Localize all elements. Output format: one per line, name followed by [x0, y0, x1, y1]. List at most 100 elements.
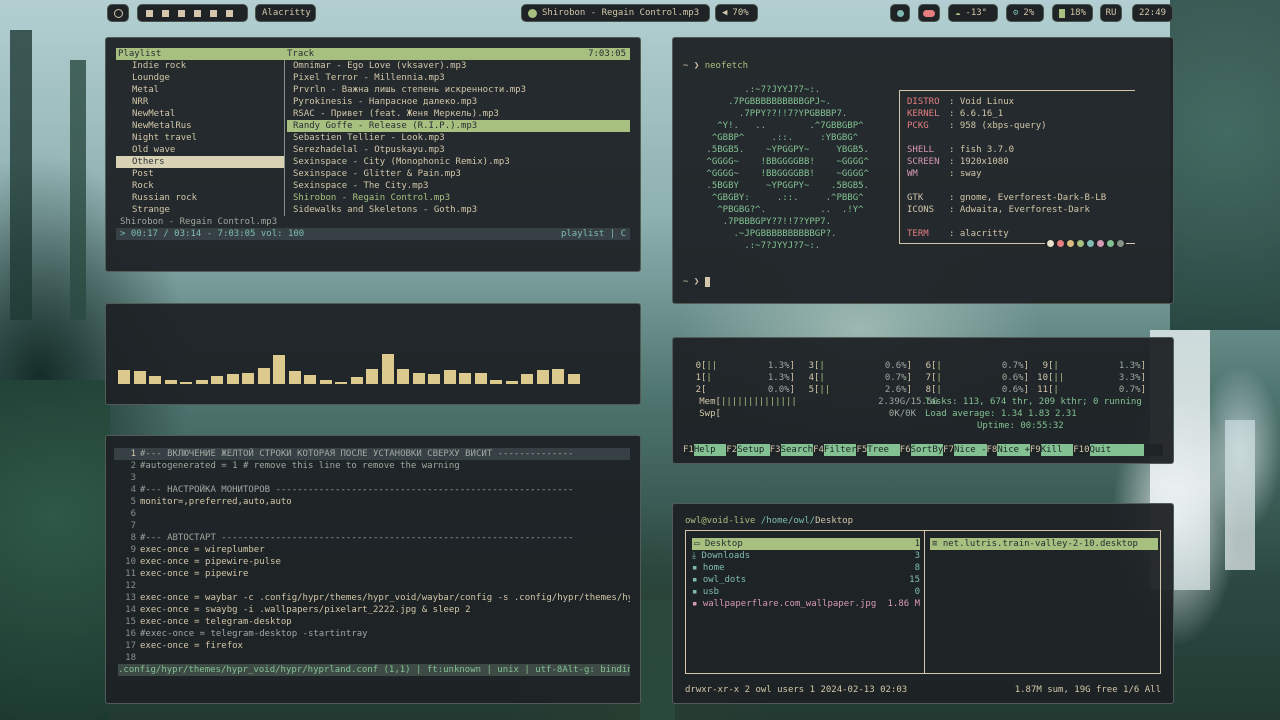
network-module[interactable] — [890, 4, 910, 22]
playlist-item[interactable]: Indie rock — [116, 60, 284, 72]
cpu-module[interactable]: ⚙ 2% — [1006, 4, 1044, 22]
editor-line[interactable]: 15 exec-once = telegram-desktop — [114, 616, 630, 628]
media-module[interactable]: Shirobon - Regain Control.mp3 — [521, 4, 710, 22]
fkey-action[interactable]: Filter — [823, 444, 857, 456]
editor-line[interactable]: 4 #--- НАСТРОЙКА МОНИТОРОВ --------------… — [114, 484, 630, 496]
playlist-item[interactable]: NRR — [116, 96, 284, 108]
playlist-item[interactable]: Night travel — [116, 132, 284, 144]
fkey-action[interactable]: Tree — [867, 444, 900, 456]
fkey-action[interactable]: Setup — [737, 444, 770, 456]
fkey-action[interactable]: Nice + — [997, 444, 1030, 456]
editor-line[interactable]: 11 exec-once = pipewire — [114, 568, 630, 580]
editor-buffer[interactable]: 1 #--- ВКЛЮЧЕНИЕ ЖЕЛТОЙ СТРОКИ КОТОРАЯ ПО… — [114, 448, 630, 664]
editor-line[interactable]: 9 exec-once = wireplumber — [114, 544, 630, 556]
workspace-5-button[interactable] — [210, 9, 217, 17]
playlist-item[interactable]: Russian rock — [116, 192, 284, 204]
track-item[interactable]: Sidewalks and Skeletons - Goth.mp3 — [287, 204, 630, 216]
playlist-item[interactable]: Post — [116, 168, 284, 180]
info-key: GTK — [907, 193, 924, 203]
track-item[interactable]: Sexinspace - Glitter & Pain.mp3 — [287, 168, 630, 180]
playlist-item[interactable]: NewMetalRus — [116, 120, 284, 132]
workspace-4-button[interactable] — [194, 9, 201, 17]
track-item[interactable]: Pyrokinesis - Напрасное далеко.mp3 — [287, 96, 630, 108]
editor-line[interactable]: 3 — [114, 472, 630, 484]
music-player-window[interactable]: Playlist Track 7:03:05 Indie rock Loundge… — [105, 37, 641, 272]
playlist-item[interactable]: Others — [116, 156, 284, 168]
editor-line[interactable]: 12 — [114, 580, 630, 592]
text-editor-window[interactable]: 1 #--- ВКЛЮЧЕНИЕ ЖЕЛТОЙ СТРОКИ КОТОРАЯ ПО… — [105, 435, 641, 704]
playlist-item[interactable]: Strange — [116, 204, 284, 216]
fkey-label: F6 — [899, 445, 911, 455]
file-item[interactable]: ▪ usb 0 — [692, 586, 920, 598]
editor-line[interactable]: 8 #--- АВТОСТАРТ ------------------------… — [114, 532, 630, 544]
htop-window[interactable]: 0[|| 1.3%] 3[| 0.6%] 6[| 0.7%] 9[| 1.3%] 1[| 1.3%… — [672, 337, 1174, 464]
terminal-neofetch-window[interactable]: ~ ❯ neofetch .:~7?JYYJ?7~:. .7PGBBBBBBBB… — [672, 37, 1174, 304]
total-time: 7:03:05 — [588, 49, 626, 59]
playlist-item[interactable]: Loundge — [116, 72, 284, 84]
track-item[interactable]: Randy Goffe - Release (R.I.P.).mp3 — [287, 120, 630, 132]
track-item[interactable]: Sexinspace - City (Monophonic Remix).mp3 — [287, 156, 630, 168]
fkey-action[interactable]: Nice - — [954, 444, 987, 456]
editor-line[interactable]: 17 exec-once = firefox — [114, 640, 630, 652]
editor-line[interactable]: 10 exec-once = pipewire-pulse — [114, 556, 630, 568]
track-item[interactable]: Omnimar - Ego Love (vksaver).mp3 — [287, 60, 630, 72]
fkey-action[interactable]: Quit — [1089, 444, 1144, 456]
workspace-1-button[interactable] — [146, 9, 153, 17]
launcher-button[interactable] — [107, 4, 129, 22]
editor-line[interactable]: 2 #autogenerated = 1 # remove this line t… — [114, 460, 630, 472]
workspace-6-button[interactable] — [226, 9, 233, 17]
editor-line[interactable]: 1 #--- ВКЛЮЧЕНИЕ ЖЕЛТОЙ СТРОКИ КОТОРАЯ ПО… — [114, 448, 630, 460]
shell-prompt: ~ ❯ — [683, 61, 700, 71]
editor-line[interactable]: 18 — [114, 652, 630, 664]
logo-line: .:~7?JYYJ?7~:. — [701, 85, 821, 95]
fkey-action[interactable]: Search — [780, 444, 814, 456]
file-item[interactable]: ▪ owl_dots 15 — [692, 574, 920, 586]
line-number: 11 — [125, 569, 136, 579]
volume-module[interactable]: ◀ 70% — [715, 4, 758, 22]
fkey-action[interactable]: Help — [693, 444, 727, 456]
playlist-item[interactable]: Old wave — [116, 144, 284, 156]
track-item[interactable]: Sebastien Tellier - Look.mp3 — [287, 132, 630, 144]
editor-line[interactable]: 6 — [114, 508, 630, 520]
playlist-item[interactable]: NewMetal — [116, 108, 284, 120]
cpu-id: 0 — [695, 361, 701, 371]
file-count: 3 — [914, 551, 920, 561]
bluetooth-module[interactable] — [918, 4, 940, 22]
memory-module[interactable]: 18% — [1052, 4, 1093, 22]
track-item[interactable]: Pixel Terror - Millennia.mp3 — [287, 72, 630, 84]
track-item[interactable]: Serezhadelal - Otpuskayu.mp3 — [287, 144, 630, 156]
track-item[interactable]: Sexinspace - The City.mp3 — [287, 180, 630, 192]
track-item[interactable]: Prvrln - Важна лишь степень искренности.… — [287, 84, 630, 96]
play-icon[interactable] — [528, 8, 537, 18]
workspace-3-button[interactable] — [178, 9, 185, 17]
info-value: sway — [959, 169, 982, 179]
editor-line[interactable]: 13 exec-once = waybar -c .config/hypr/the… — [114, 592, 630, 604]
preview-file[interactable]: ≡ net.lutris.train-valley-2-10.desktop — [932, 539, 1138, 549]
file-item[interactable]: ▪ wallpaperflare.com_wallpaper.jpg 1.86 M — [692, 598, 920, 610]
line-number: 6 — [130, 509, 136, 519]
visualizer-bar — [273, 355, 285, 384]
keyboard-layout[interactable]: RU — [1100, 4, 1122, 22]
workspace-2-button[interactable] — [162, 9, 169, 17]
editor-line[interactable]: 16 #exec-once = telegram-desktop -startin… — [114, 628, 630, 640]
track-item[interactable]: Shirobon - Regain Control.mp3 — [287, 192, 630, 204]
playlist-item[interactable]: Rock — [116, 180, 284, 192]
clock[interactable]: 22:49 — [1132, 4, 1173, 22]
download-icon: ⤓ — [692, 551, 702, 561]
weather-module[interactable]: ☁ -13° — [948, 4, 998, 22]
editor-line[interactable]: 14 exec-once = swaybg -i .wallpapers/pixe… — [114, 604, 630, 616]
playlist-header: Playlist — [118, 49, 162, 59]
editor-line[interactable]: 5 monitor=,preferred,auto,auto — [114, 496, 630, 508]
visualizer-bar — [397, 369, 409, 384]
file-item[interactable]: ▪ home 8 — [692, 562, 920, 574]
fkey-action[interactable]: SortBy — [910, 444, 944, 456]
info-sep: : — [949, 205, 960, 215]
editor-line[interactable]: 7 — [114, 520, 630, 532]
file-item[interactable]: ⤓ Downloads 3 — [692, 550, 920, 562]
mem-bar: |||||||||||||| — [720, 397, 797, 407]
file-manager-window[interactable]: owl@void-live /home/owl/Desktop ▭ Deskto… — [672, 503, 1174, 704]
file-item[interactable]: ▭ Desktop 1 — [692, 538, 920, 550]
track-item[interactable]: RSAC - Привет (feat. Женя Меркель).mp3 — [287, 108, 630, 120]
playlist-item[interactable]: Metal — [116, 84, 284, 96]
fkey-action[interactable]: Kill — [1040, 444, 1074, 456]
